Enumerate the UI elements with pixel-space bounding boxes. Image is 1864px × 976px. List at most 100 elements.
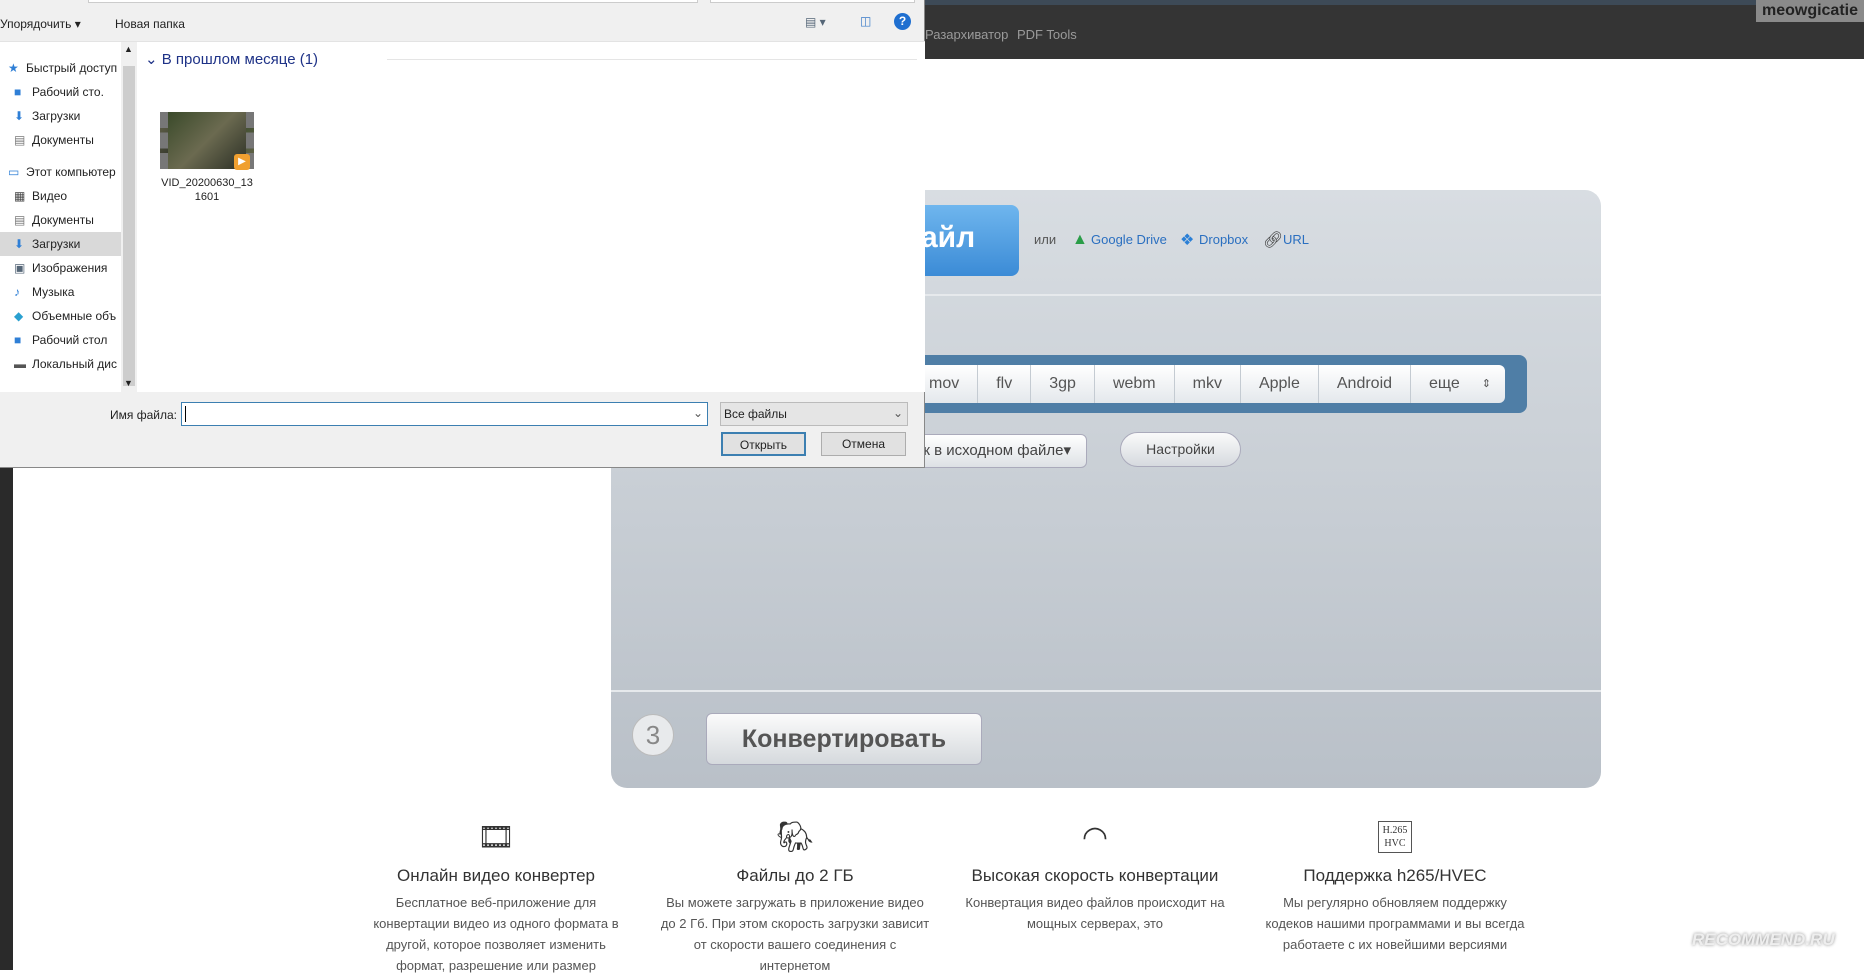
elephant-icon: 🐘︎ (775, 821, 815, 854)
nav-label: Музыка (32, 285, 75, 299)
format-more-select[interactable]: еще ⇕ (1411, 365, 1505, 403)
computer-icon: ▭ (8, 165, 20, 179)
scroll-down-icon[interactable]: ▼ (124, 378, 133, 388)
format-android[interactable]: Android (1319, 365, 1412, 403)
left-edge (0, 468, 13, 970)
document-icon: ▤ (14, 133, 26, 147)
format-bar: mov flv 3gp webm mkv Apple Android еще ⇕ (911, 355, 1527, 413)
settings-button[interactable]: Настройки (1120, 432, 1241, 467)
star-icon: ★ (8, 61, 19, 75)
nav-video[interactable]: ▦ Видео (0, 184, 121, 208)
3d-objects-icon: ◆ (14, 309, 24, 323)
convert-button[interactable]: Конвертировать (706, 713, 982, 765)
chevron-down-icon: ⌄ (145, 51, 162, 68)
organize-menu[interactable]: Упорядочить ▾ (0, 17, 81, 31)
group-label: В прошлом месяце (1) (161, 51, 319, 68)
feature-h265: H.265 HVC Поддержка h265/HVEC Мы регулярн… (1260, 820, 1530, 955)
nav-label: Локальный дис (32, 357, 117, 371)
drive-icon: ▬ (14, 357, 26, 371)
desktop-icon: ■ (14, 85, 22, 99)
open-button[interactable]: Открыть (721, 432, 806, 456)
url-link[interactable]: URL (1283, 232, 1309, 247)
nav-downloads[interactable]: ⬇ Загрузки (0, 232, 121, 256)
feature-size: 🐘︎ Файлы до 2 ГБ Вы можете загружать в п… (660, 820, 930, 976)
help-icon[interactable]: ? (894, 13, 911, 30)
google-drive-link[interactable]: Google Drive (1091, 232, 1167, 247)
format-webm[interactable]: webm (1095, 365, 1175, 403)
address-bar[interactable] (88, 0, 698, 3)
resolution-dropdown[interactable]: ак в исходном файле▾ (911, 434, 1087, 468)
chevron-down-icon[interactable]: ⌄ (693, 406, 703, 420)
feature-title: Поддержка h265/HVEC (1303, 866, 1487, 885)
dialog-bottom: Имя файла: ⌄ Все файлы ⌄ Открыть Отмена (0, 392, 925, 468)
nav-label: Рабочий сто. (32, 85, 104, 99)
nav-label: Документы (32, 213, 94, 227)
speedometer-icon: ◠ (1081, 821, 1109, 854)
feature-text: Конвертация видео файлов происходит на м… (965, 895, 1225, 931)
filename-input[interactable]: ⌄ (181, 402, 708, 426)
more-label: еще (1429, 375, 1460, 392)
download-icon: ⬇ (14, 109, 25, 123)
images-icon: ▣ (14, 261, 26, 275)
format-flv[interactable]: flv (978, 365, 1032, 403)
feature-title: Высокая скорость конвертации (971, 866, 1219, 885)
watermark: RECOMMEND.RU (1692, 930, 1835, 949)
nav-scrollbar[interactable]: ▲ ▼ (121, 42, 137, 392)
feature-text: Вы можете загружать в приложение видео д… (660, 895, 930, 973)
nav-music[interactable]: ♪ Музыка (0, 280, 121, 304)
choose-file-button[interactable]: айл (911, 205, 1019, 276)
music-icon: ♪ (14, 285, 20, 299)
format-apple[interactable]: Apple (1241, 365, 1319, 403)
nav-local-disk[interactable]: ▬ Локальный дис (0, 352, 121, 376)
group-header[interactable]: ⌄ В прошлом месяце (1) (145, 50, 318, 68)
video-icon: ▦ (14, 189, 26, 203)
filter-value: Все файлы (724, 407, 787, 421)
nav-label: Документы (32, 133, 94, 147)
feature-speed: ◠ Высокая скорость конвертации Конвертац… (960, 820, 1230, 934)
nav-this-pc[interactable]: ▭ Этот компьютер (0, 160, 121, 184)
nav-desktop[interactable]: ■ Рабочий стол (0, 328, 121, 352)
nav-label: Загрузки (32, 237, 81, 251)
download-icon: ⬇ (14, 237, 25, 251)
scroll-thumb[interactable] (123, 66, 135, 386)
nav-desktop-pinned[interactable]: ■ Рабочий сто. (0, 80, 121, 104)
nav-images[interactable]: ▣ Изображения (0, 256, 121, 280)
nav-quick-access[interactable]: ★ Быстрый доступ (0, 56, 121, 80)
nav-label: Видео (32, 189, 68, 203)
nav-unarchiver[interactable]: Разархиватор (925, 27, 1008, 42)
cancel-button[interactable]: Отмена (821, 432, 906, 456)
nav-documents[interactable]: ▤ Документы (0, 208, 121, 232)
file-name: VID_20200630_13 1601 (161, 177, 253, 203)
chevron-down-icon: ▾ (1063, 442, 1071, 459)
file-item[interactable]: ▶ VID_20200630_13 1601 (152, 112, 254, 242)
feature-online: 🎞︎ Онлайн видео конвертер Бесплатное веб… (361, 820, 631, 976)
updown-arrow-icon: ⇕ (1481, 378, 1491, 390)
preview-pane-icon[interactable]: ◫ (860, 14, 871, 28)
scroll-up-icon[interactable]: ▲ (124, 44, 133, 54)
dropbox-link[interactable]: Dropbox (1199, 232, 1248, 247)
video-edit-icon: 🎞︎ (476, 821, 516, 854)
format-3gp[interactable]: 3gp (1031, 365, 1095, 403)
nav-documents-pinned[interactable]: ▤ Документы (0, 128, 121, 152)
nav-label: Рабочий стол (32, 333, 108, 347)
text-cursor (185, 406, 186, 422)
divider (387, 59, 917, 60)
nav-label: Объемные объ (32, 309, 117, 323)
feature-text: Мы регулярно обновляем поддержку кодеков… (1265, 895, 1525, 952)
search-box[interactable] (710, 0, 915, 3)
feature-text: Бесплатное веб-приложение для конвертаци… (373, 895, 619, 973)
filename-label: Имя файла: (110, 408, 177, 422)
feature-title: Онлайн видео конвертер (396, 866, 596, 885)
nav-3d-objects[interactable]: ◆ Объемные объ (0, 304, 121, 328)
nav-downloads-pinned[interactable]: ⬇ Загрузки (0, 104, 121, 128)
file-type-filter[interactable]: Все файлы ⌄ (720, 402, 908, 426)
nav-label: Изображения (32, 261, 108, 275)
nav-pdf-tools[interactable]: PDF Tools (1017, 27, 1077, 42)
username-badge: meowgicatie (1755, 0, 1864, 22)
format-mkv[interactable]: mkv (1175, 365, 1241, 403)
new-folder-button[interactable]: Новая папка (115, 17, 185, 31)
divider (611, 690, 1601, 692)
view-options-icon[interactable]: ▤ ▾ (805, 15, 826, 29)
resolution-value: ак в исходном файле (915, 442, 1064, 459)
navigation-pane: ★ Быстрый доступ ■ Рабочий сто. ⬇ Загрузки … (0, 42, 137, 392)
